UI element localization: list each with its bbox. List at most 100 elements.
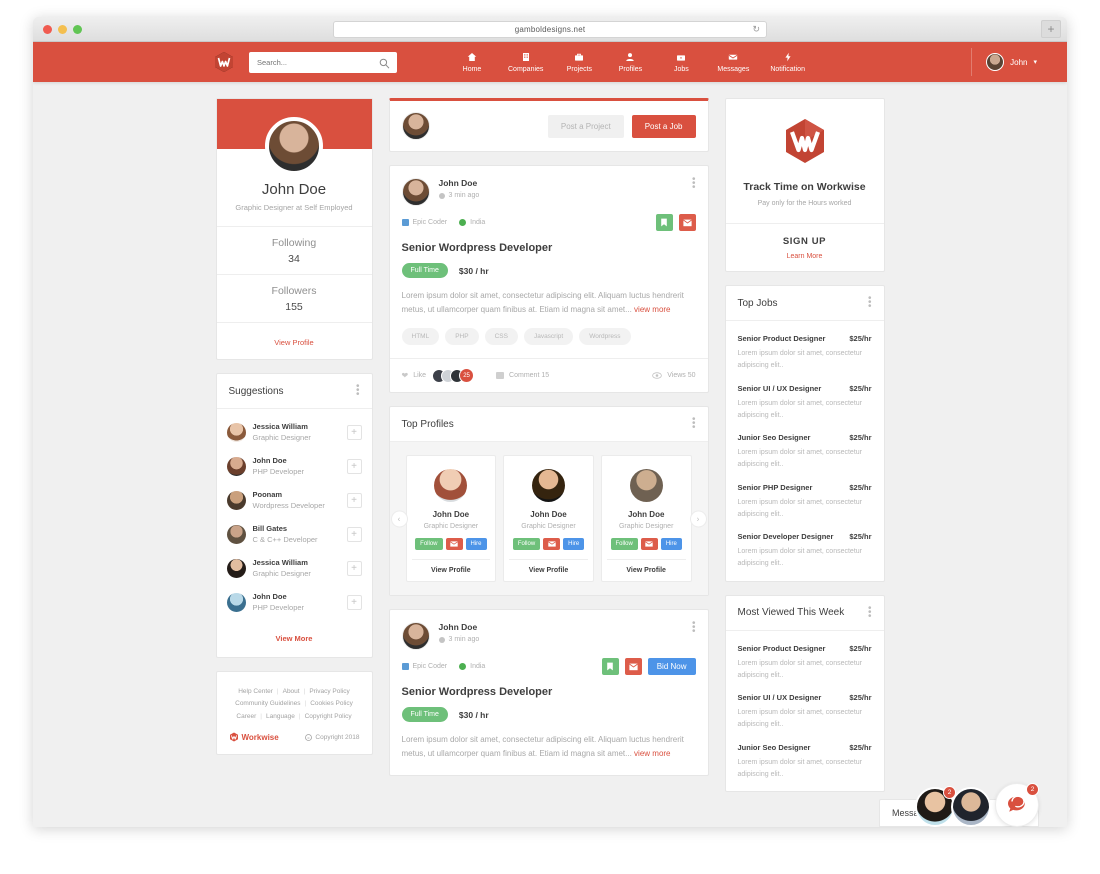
view-more-link[interactable]: view more: [634, 305, 670, 314]
list-item[interactable]: Jessica William Graphic Designer +: [226, 415, 362, 449]
footer-link-cookies-policy[interactable]: Cookies Policy: [306, 700, 357, 707]
view-profile-link[interactable]: View Profile: [274, 338, 313, 347]
add-connection-button[interactable]: +: [346, 424, 362, 440]
comment-button[interactable]: Comment 15: [496, 372, 549, 379]
carousel-prev-button[interactable]: ‹: [390, 510, 408, 527]
post-job-button[interactable]: Post a Job: [631, 114, 696, 138]
footer-link-career[interactable]: Career: [232, 713, 260, 720]
view-more-link[interactable]: view more: [634, 749, 670, 758]
bookmark-icon[interactable]: [601, 658, 619, 675]
more-options-icon[interactable]: • • •: [692, 415, 696, 433]
more-options-icon[interactable]: • • •: [868, 294, 872, 312]
search-icon[interactable]: [379, 56, 390, 74]
address-bar[interactable]: gamboldesigns.net ↻: [333, 21, 767, 38]
view-profile-button[interactable]: View Profile: [606, 559, 686, 581]
reload-icon[interactable]: ↻: [752, 24, 760, 35]
more-options-icon[interactable]: • • •: [356, 382, 360, 400]
minimize-window-button[interactable]: [58, 24, 67, 34]
list-item[interactable]: Junior Seo Designer $25/hr Lorem ipsum do…: [738, 734, 872, 784]
chat-contact[interactable]: [951, 787, 991, 827]
bid-now-button[interactable]: Bid Now: [647, 658, 696, 675]
add-connection-button[interactable]: +: [346, 458, 362, 474]
add-connection-button[interactable]: +: [346, 526, 362, 542]
bookmark-icon[interactable]: [655, 214, 673, 231]
hire-button[interactable]: Hire: [465, 538, 487, 550]
list-item[interactable]: Senior Product Designer $25/hr Lorem ipsu…: [738, 325, 872, 375]
job-rate: $25/hr: [849, 433, 872, 442]
envelope-icon[interactable]: [543, 538, 561, 550]
post-more-options-icon[interactable]: • • •: [692, 175, 696, 193]
app-navbar: Home Companies Projects: [33, 42, 1067, 82]
footer-link-language[interactable]: Language: [262, 713, 299, 720]
hire-button[interactable]: Hire: [660, 538, 682, 550]
top-profiles-panel: Top Profiles • • • ‹ › John Doe Graphic De…: [388, 406, 709, 596]
footer-link-help-center[interactable]: Help Center: [234, 688, 277, 695]
post-project-button[interactable]: Post a Project: [547, 114, 624, 138]
footer-link-community-guidelines[interactable]: Community Guidelines: [231, 700, 304, 707]
list-item[interactable]: Junior Seo Designer $25/hr Lorem ipsum do…: [738, 424, 872, 474]
nav-item-notification[interactable]: Notification: [770, 52, 805, 73]
feed-post: John Doe 3 min ago • • • Epic Coder Indi…: [388, 165, 709, 393]
nav-item-profiles[interactable]: Profiles: [615, 52, 645, 73]
list-item[interactable]: Senior Product Designer $25/hr Lorem ipsu…: [738, 635, 872, 685]
tag[interactable]: Javascript: [523, 328, 574, 345]
envelope-icon[interactable]: [445, 538, 463, 550]
list-item[interactable]: Jessica William Graphic Designer +: [226, 551, 362, 585]
profile-card-role: Graphic Designer: [423, 523, 479, 530]
footer-link-privacy-policy[interactable]: Privacy Policy: [305, 688, 353, 695]
list-item[interactable]: Senior UI / UX Designer $25/hr Lorem ipsu…: [738, 684, 872, 734]
envelope-icon[interactable]: [640, 538, 658, 550]
nav-item-home[interactable]: Home: [457, 52, 487, 73]
hire-button[interactable]: Hire: [563, 538, 585, 550]
tag[interactable]: PHP: [445, 328, 479, 345]
nav-item-jobs[interactable]: Jobs: [666, 52, 696, 73]
list-item[interactable]: Senior UI / UX Designer $25/hr Lorem ipsu…: [738, 375, 872, 425]
building-icon: [401, 663, 409, 670]
carousel-next-button[interactable]: ›: [689, 510, 707, 527]
more-options-icon[interactable]: • • •: [868, 603, 872, 621]
follow-button[interactable]: Follow: [415, 538, 443, 550]
envelope-icon[interactable]: [624, 658, 642, 675]
nav-item-messages[interactable]: Messages: [717, 52, 749, 73]
profile-avatar: [265, 117, 323, 175]
view-profile-button[interactable]: View Profile: [411, 559, 491, 581]
list-item[interactable]: Senior PHP Designer $25/hr Lorem ipsum do…: [738, 474, 872, 524]
user-menu[interactable]: John ▾: [971, 48, 1037, 76]
list-item[interactable]: Senior Developer Designer $25/hr Lorem ip…: [738, 523, 872, 573]
footer-link-copyright-policy[interactable]: Copyright Policy: [301, 713, 356, 720]
tag[interactable]: HTML: [401, 328, 440, 345]
tag[interactable]: CSS: [484, 328, 518, 345]
tag[interactable]: Wordpress: [579, 328, 631, 345]
chat-contact[interactable]: 2: [915, 786, 956, 827]
list-item[interactable]: Bill Gates C & C++ Developer +: [226, 517, 362, 551]
search-input[interactable]: [257, 57, 377, 67]
nav-item-projects[interactable]: Projects: [564, 52, 594, 73]
add-connection-button[interactable]: +: [346, 560, 362, 576]
like-button[interactable]: ❤ Like: [402, 371, 427, 380]
follow-button[interactable]: Follow: [512, 538, 541, 550]
avatar: [401, 622, 430, 650]
follow-button[interactable]: Follow: [610, 538, 638, 550]
post-more-options-icon[interactable]: • • •: [692, 619, 696, 637]
avatar: [629, 469, 663, 502]
footer-link-about[interactable]: About: [279, 688, 304, 695]
sign-up-button[interactable]: SIGN UP: [726, 236, 884, 247]
workwise-logo-icon[interactable]: [213, 51, 235, 73]
learn-more-link[interactable]: Learn More: [726, 253, 884, 260]
nav-item-companies[interactable]: Companies: [508, 52, 543, 73]
add-connection-button[interactable]: +: [346, 594, 362, 610]
search-box[interactable]: [249, 51, 397, 74]
profile-card-item: John Doe Graphic Designer Follow Hire Vi…: [405, 455, 497, 582]
envelope-icon[interactable]: [678, 214, 696, 231]
new-tab-button[interactable]: +: [1041, 20, 1061, 38]
list-item[interactable]: Poonam Wordpress Developer +: [226, 483, 362, 517]
list-item[interactable]: John Doe PHP Developer +: [226, 585, 362, 619]
close-window-button[interactable]: [43, 24, 52, 34]
chevron-down-icon[interactable]: ▾: [1033, 58, 1037, 66]
maximize-window-button[interactable]: [73, 24, 82, 34]
add-connection-button[interactable]: +: [346, 492, 362, 508]
chat-bubble-button[interactable]: 2: [995, 783, 1039, 827]
list-item[interactable]: John Doe PHP Developer +: [226, 449, 362, 483]
view-more-link[interactable]: View More: [276, 634, 313, 643]
view-profile-button[interactable]: View Profile: [509, 559, 588, 581]
